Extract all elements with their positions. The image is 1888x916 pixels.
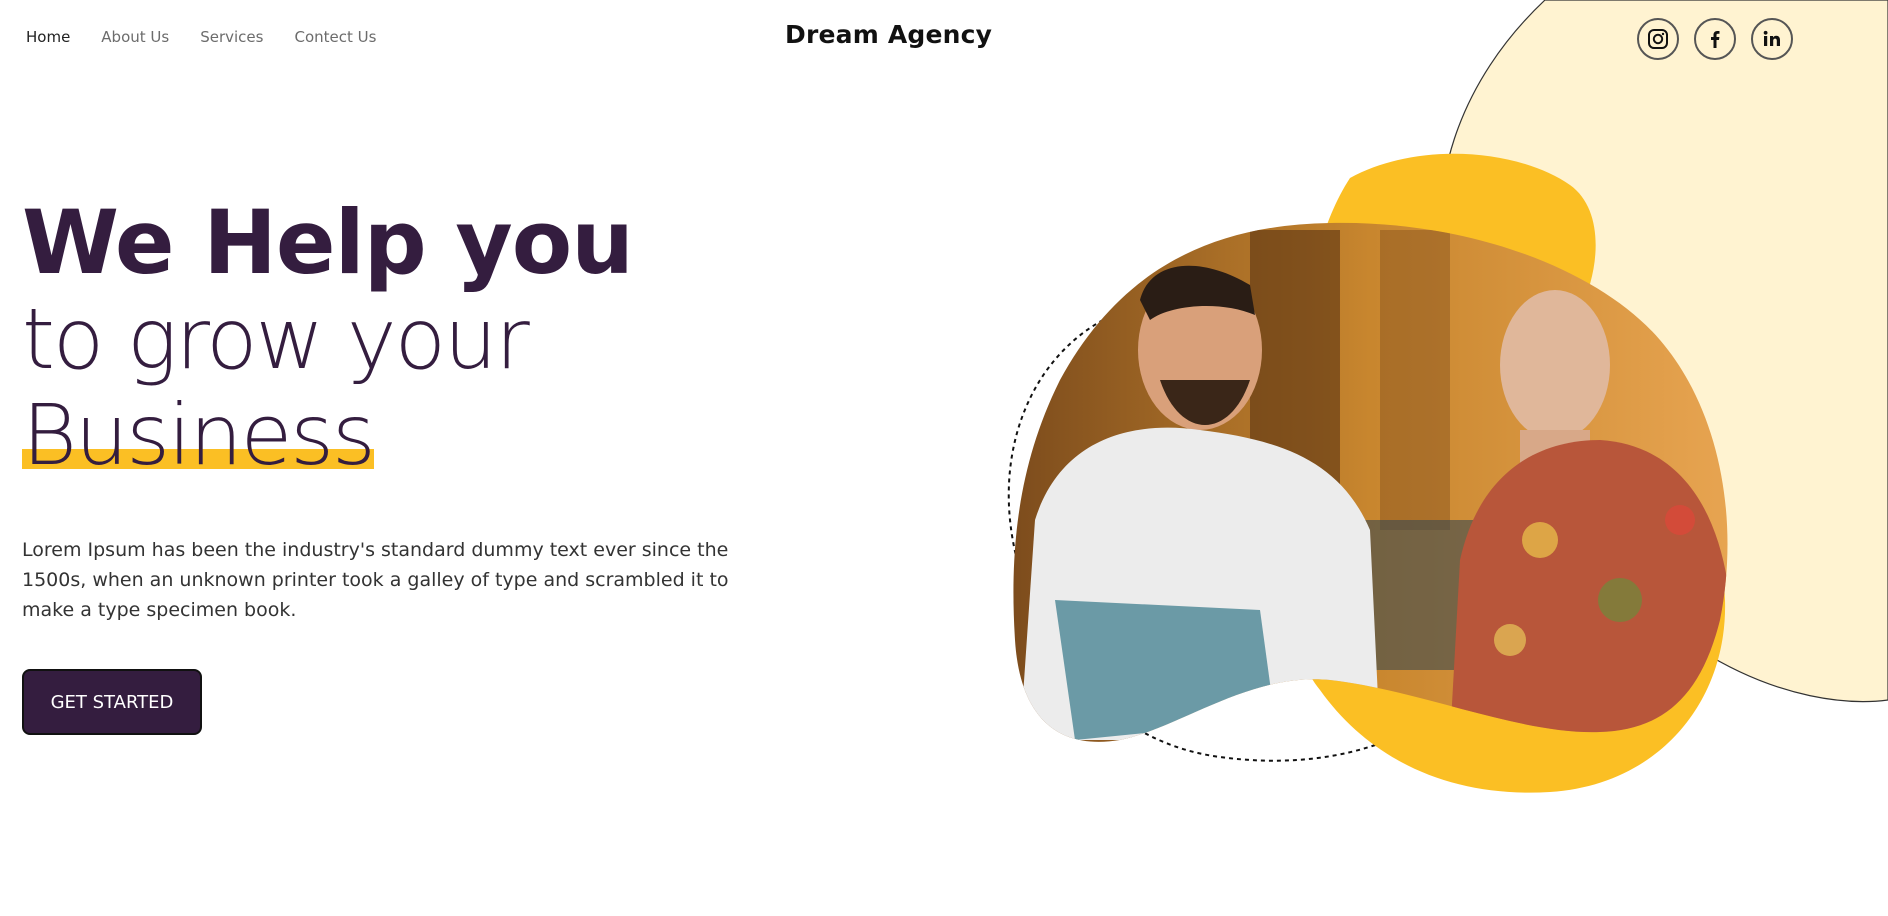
get-started-button[interactable]: GET STARTED <box>22 669 202 735</box>
hero-line-3-text: Business <box>22 386 376 484</box>
nav-home[interactable]: Home <box>26 28 70 46</box>
nav-services[interactable]: Services <box>200 28 263 46</box>
main-nav: Home About Us Services Contect Us <box>26 28 376 46</box>
hero-description: Lorem Ipsum has been the industry's stan… <box>22 539 729 621</box>
hero-line-2: to grow your <box>22 290 530 388</box>
nav-contact-us[interactable]: Contect Us <box>294 28 376 46</box>
nav-about-us[interactable]: About Us <box>101 28 169 46</box>
brand-logo[interactable]: Dream Agency <box>785 20 992 49</box>
hero-line-3: Business <box>22 386 376 484</box>
social-links <box>1637 18 1793 60</box>
instagram-icon[interactable] <box>1637 18 1679 60</box>
facebook-icon[interactable] <box>1694 18 1736 60</box>
hero-line-1: We Help you <box>22 191 634 294</box>
hero-heading: We Help you to grow your Business <box>22 191 634 484</box>
linkedin-icon[interactable] <box>1751 18 1793 60</box>
